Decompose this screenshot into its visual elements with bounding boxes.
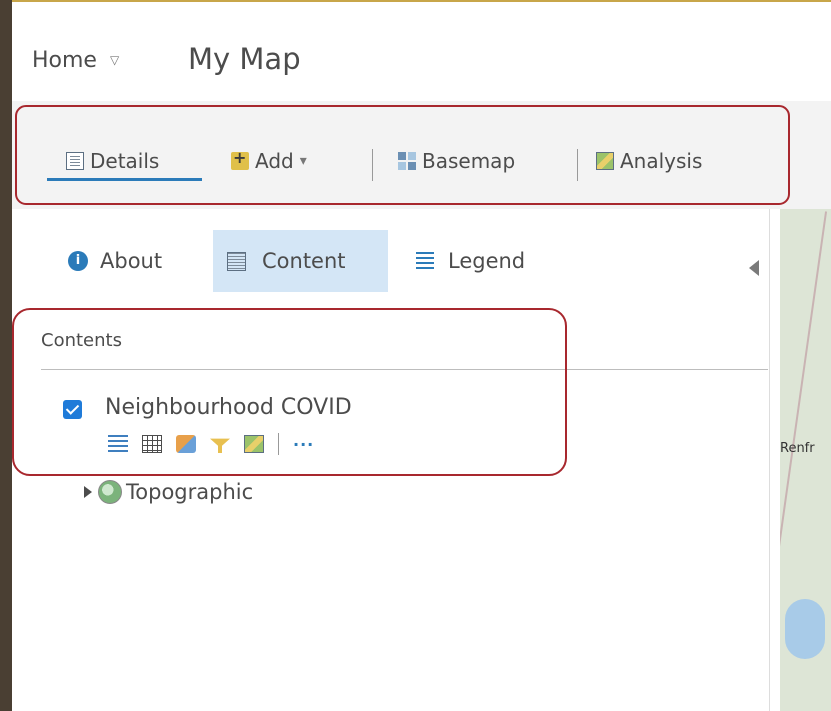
analysis-button[interactable]: Analysis <box>596 149 702 173</box>
globe-icon <box>98 480 122 504</box>
home-label[interactable]: Home <box>32 48 97 73</box>
map-place-label: Renfr <box>780 441 815 456</box>
tab-legend-label: Legend <box>448 249 526 273</box>
details-active-underline <box>47 178 202 181</box>
details-icon <box>66 152 84 170</box>
tab-about[interactable]: i About <box>68 230 162 292</box>
tab-legend[interactable]: Legend <box>416 230 525 292</box>
details-label: Details <box>90 149 160 173</box>
add-icon <box>231 148 249 170</box>
header: Home ▽ My Map <box>12 2 831 100</box>
tab-about-label: About <box>100 249 163 273</box>
add-label: Add <box>255 149 294 173</box>
panel-tabs: i About Content Legend <box>24 230 769 292</box>
info-icon: i <box>68 251 88 271</box>
add-caret-icon: ▾ <box>299 153 307 169</box>
content-icon <box>227 251 246 271</box>
contents-highlight <box>12 308 567 476</box>
tab-content[interactable]: Content <box>213 230 388 292</box>
toolbar-separator <box>577 149 578 181</box>
collapse-panel-icon[interactable] <box>749 260 759 276</box>
expand-icon[interactable] <box>84 486 92 498</box>
legend-icon <box>416 252 434 270</box>
map-title: My Map <box>188 42 301 76</box>
basemap-button[interactable]: Basemap <box>398 149 515 173</box>
tab-content-label: Content <box>262 249 346 273</box>
analysis-label: Analysis <box>620 149 703 173</box>
basemap-layer-row[interactable]: Topographic <box>84 480 253 504</box>
toolbar-separator <box>372 149 373 181</box>
map-water <box>785 599 825 659</box>
details-button[interactable]: Details <box>66 149 159 173</box>
add-button[interactable]: Add ▾ <box>231 148 307 173</box>
map-view[interactable]: Renfr <box>780 209 831 711</box>
app-frame: Home ▽ My Map Details Add ▾ Basemap Anal… <box>12 0 831 711</box>
basemap-layer-name: Topographic <box>126 480 254 504</box>
basemap-label: Basemap <box>422 149 516 173</box>
basemap-icon <box>398 152 416 170</box>
home-caret-icon[interactable]: ▽ <box>110 53 119 67</box>
analysis-icon <box>596 152 614 170</box>
home-menu[interactable]: Home ▽ <box>32 48 119 73</box>
